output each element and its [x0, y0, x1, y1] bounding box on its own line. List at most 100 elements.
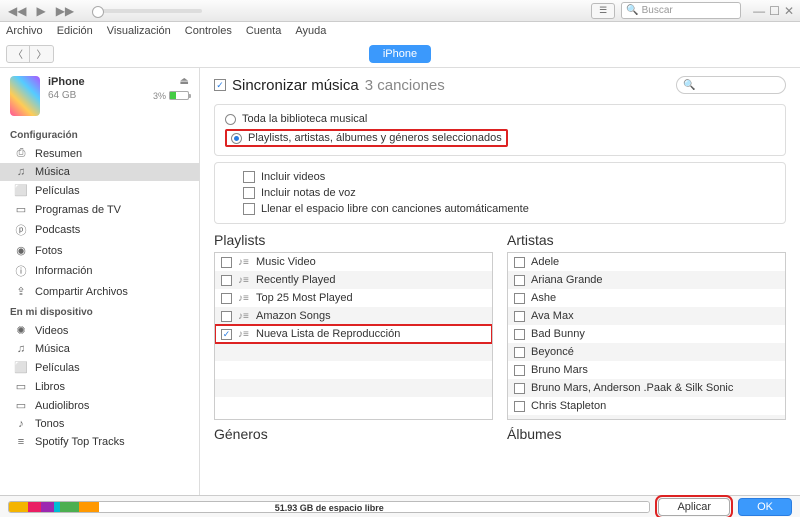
artist-row[interactable]: Ashe	[508, 289, 785, 307]
playlist-row[interactable]: ♪≡Nueva Lista de Reproducción	[215, 325, 492, 343]
sidebar-item-label: Tonos	[35, 418, 64, 430]
menu-cuenta[interactable]: Cuenta	[246, 25, 281, 37]
artist-checkbox[interactable]	[514, 329, 525, 340]
menu-ayuda[interactable]: Ayuda	[295, 25, 326, 37]
menu-archivo[interactable]: Archivo	[6, 25, 43, 37]
titlebar: ◀◀ ▶ ▶▶ ☰ 🔍 Buscar — ☐ ✕	[0, 0, 800, 22]
sidebar-item-películas[interactable]: ⬜Películas	[0, 358, 199, 377]
sidebar-item-label: Audiolibros	[35, 400, 89, 412]
apply-button[interactable]: Aplicar	[658, 498, 730, 516]
search-placeholder: Buscar	[642, 5, 673, 16]
playlist-icon: ♪≡	[238, 311, 250, 322]
sidebar-item-música[interactable]: ♫Música	[0, 163, 199, 181]
include-voice-checkbox[interactable]	[243, 187, 255, 199]
artist-checkbox[interactable]	[514, 365, 525, 376]
playlist-row[interactable]: ♪≡Amazon Songs	[215, 307, 492, 325]
menu-controles[interactable]: Controles	[185, 25, 232, 37]
artist-checkbox[interactable]	[514, 275, 525, 286]
sidebar-item-podcasts[interactable]: ⓟPodcasts	[0, 219, 199, 241]
sync-music-count: 3 canciones	[365, 77, 445, 94]
playlist-row[interactable]: ♪≡Top 25 Most Played	[215, 289, 492, 307]
sidebar-item-libros[interactable]: ▭Libros	[0, 377, 199, 396]
playlist-checkbox[interactable]	[221, 329, 232, 340]
sidebar-item-música[interactable]: ♫Música	[0, 340, 199, 358]
artist-checkbox[interactable]	[514, 293, 525, 304]
sync-music-checkbox[interactable]	[214, 79, 226, 91]
sync-search-input[interactable]: 🔍	[676, 76, 786, 94]
playlist-checkbox[interactable]	[221, 257, 232, 268]
playlist-checkbox[interactable]	[221, 275, 232, 286]
sidebar-item-fotos[interactable]: ◉Fotos	[0, 241, 199, 260]
radio-selected-items[interactable]	[231, 133, 242, 144]
albums-title: Álbumes	[507, 426, 786, 442]
artist-row[interactable]: Beyoncé	[508, 343, 785, 361]
playlists-list[interactable]: ♪≡Music Video♪≡Recently Played♪≡Top 25 M…	[214, 252, 493, 420]
artist-row[interactable]: Adele	[508, 253, 785, 271]
autofill-checkbox[interactable]	[243, 203, 255, 215]
minimize-icon[interactable]: —	[753, 4, 765, 18]
sidebar-item-videos[interactable]: ✺Videos	[0, 321, 199, 340]
volume-slider[interactable]	[92, 9, 202, 13]
sidebar-item-películas[interactable]: ⬜Películas	[0, 181, 199, 200]
artist-row[interactable]: Bruno Mars	[508, 361, 785, 379]
sidebar-section-device: En mi dispositivo	[0, 301, 199, 321]
sidebar-icon: ⓘ	[14, 263, 28, 279]
artist-label: Ashe	[531, 292, 556, 304]
nav-back-button[interactable]: 〈	[6, 45, 30, 63]
artist-checkbox[interactable]	[514, 257, 525, 268]
sidebar-item-información[interactable]: ⓘInformación	[0, 260, 199, 282]
tab-iphone[interactable]: iPhone	[369, 45, 431, 63]
list-view-button[interactable]: ☰	[591, 3, 615, 19]
radio-entire-library-label: Toda la biblioteca musical	[242, 113, 367, 125]
sidebar-item-resumen[interactable]: ⎙Resumen	[0, 144, 199, 163]
playlist-row[interactable]: ♪≡Recently Played	[215, 271, 492, 289]
artist-row[interactable]: Bruno Mars, Anderson .Paak & Silk Sonic	[508, 379, 785, 397]
sidebar-section-config: Configuración	[0, 124, 199, 144]
eject-icon[interactable]: ⏏	[180, 76, 189, 88]
nav-forward-button[interactable]: 〉	[30, 45, 54, 63]
playlist-label: Top 25 Most Played	[256, 292, 353, 304]
artist-checkbox[interactable]	[514, 383, 525, 394]
sidebar-item-label: Resumen	[35, 148, 82, 160]
radio-entire-library[interactable]	[225, 114, 236, 125]
sidebar-icon: ⬜	[14, 184, 28, 197]
next-icon[interactable]: ▶▶	[56, 4, 74, 18]
artist-checkbox[interactable]	[514, 311, 525, 322]
artist-checkbox[interactable]	[514, 401, 525, 412]
artist-row[interactable]: Chris Stapleton	[508, 397, 785, 415]
sidebar-item-spotify-top-tracks[interactable]: ≡Spotify Top Tracks	[0, 433, 199, 451]
sidebar-item-audiolibros[interactable]: ▭ Audiolibros	[0, 396, 199, 415]
artist-row[interactable]: Ariana Grande	[508, 271, 785, 289]
artist-checkbox[interactable]	[514, 419, 525, 421]
artist-label: Ed Sheeran	[531, 418, 589, 420]
maximize-icon[interactable]: ☐	[769, 4, 780, 18]
menu-edición[interactable]: Edición	[57, 25, 93, 37]
prev-icon[interactable]: ◀◀	[8, 4, 26, 18]
artist-checkbox[interactable]	[514, 347, 525, 358]
playlist-label: Recently Played	[256, 274, 336, 286]
sidebar-item-tonos[interactable]: ♪Tonos	[0, 415, 199, 433]
artist-row[interactable]: Ed Sheeran	[508, 415, 785, 420]
artist-row[interactable]: Bad Bunny	[508, 325, 785, 343]
include-voice-label: Incluir notas de voz	[261, 187, 356, 199]
battery-icon	[169, 91, 189, 100]
play-icon[interactable]: ▶	[36, 4, 45, 18]
playlist-row[interactable]: ♪≡Music Video	[215, 253, 492, 271]
ok-button[interactable]: OK	[738, 498, 792, 516]
artist-label: Ava Max	[531, 310, 574, 322]
sidebar-icon: ▭	[14, 399, 28, 412]
sidebar-item-label: Libros	[35, 381, 65, 393]
artist-label: Ariana Grande	[531, 274, 603, 286]
sidebar-item-programas-de-tv[interactable]: ▭Programas de TV	[0, 200, 199, 219]
sidebar-icon: ◉	[14, 244, 28, 257]
close-icon[interactable]: ✕	[784, 4, 794, 18]
artist-row[interactable]: Ava Max	[508, 307, 785, 325]
playlist-label: Music Video	[256, 256, 316, 268]
menu-visualización[interactable]: Visualización	[107, 25, 171, 37]
artists-list[interactable]: Adele Ariana Grande Ashe Ava Max Bad BunnyBe…	[507, 252, 786, 420]
include-videos-checkbox[interactable]	[243, 171, 255, 183]
playlist-checkbox[interactable]	[221, 311, 232, 322]
sidebar-item-compartir-archivos[interactable]: ⇪Compartir Archivos	[0, 282, 199, 301]
global-search-input[interactable]: 🔍 Buscar	[621, 2, 741, 19]
playlist-checkbox[interactable]	[221, 293, 232, 304]
